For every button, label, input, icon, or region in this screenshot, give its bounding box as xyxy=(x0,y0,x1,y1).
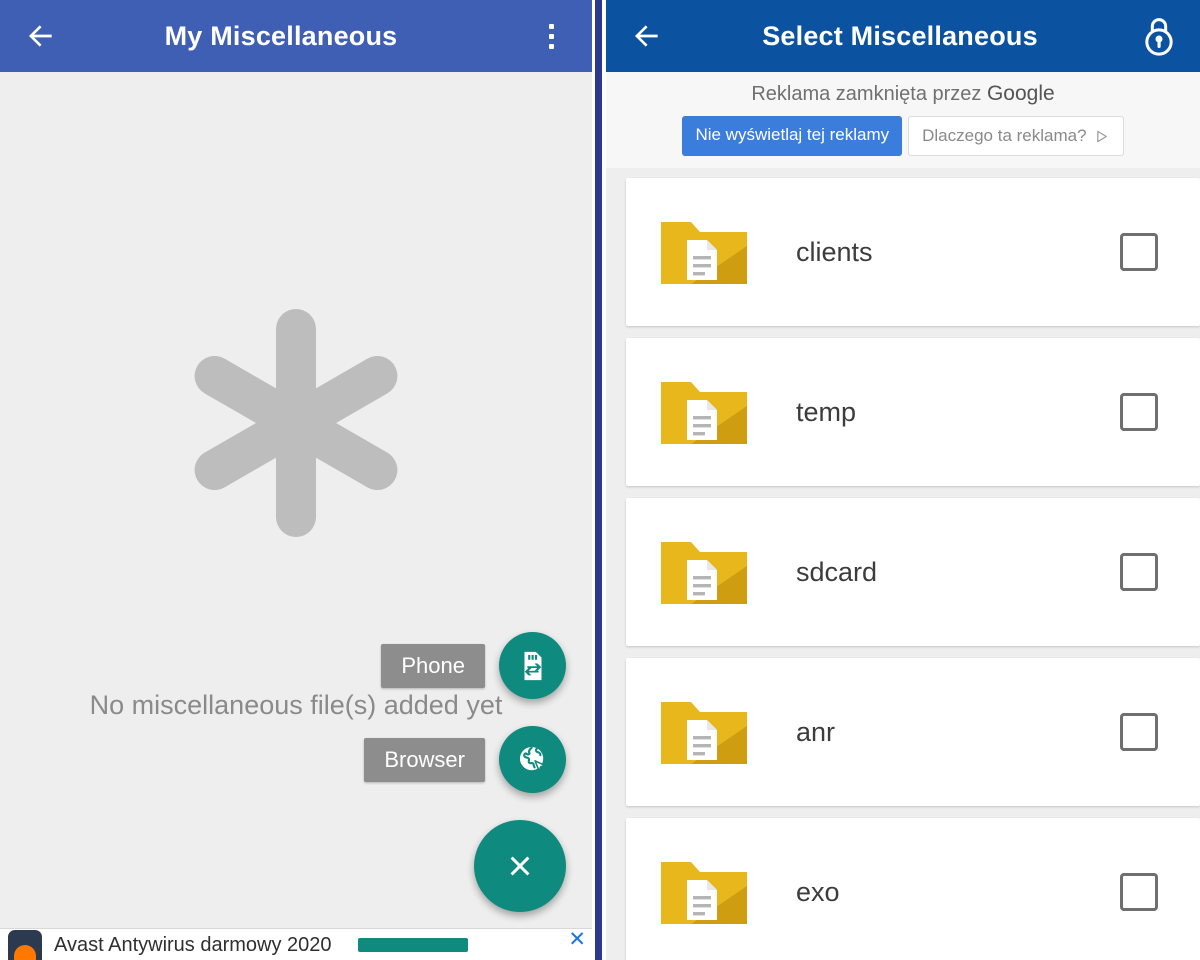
folder-checkbox[interactable] xyxy=(1120,713,1158,751)
sd-card-transfer-icon xyxy=(524,651,541,680)
folder-name-label: clients xyxy=(796,236,873,267)
close-icon xyxy=(510,856,530,876)
left-app-bar: My Miscellaneous xyxy=(0,0,592,72)
table-row[interactable]: sdcard xyxy=(626,498,1200,646)
bottom-ad-banner[interactable]: Avast Antywirus darmowy 2020 ✕ xyxy=(0,928,592,960)
folder-checkbox[interactable] xyxy=(1120,553,1158,591)
ad-title: Avast Antywirus darmowy 2020 xyxy=(54,933,332,956)
dual-screenshot-container: My Miscellaneous No miscellaneous file(s… xyxy=(0,0,1200,960)
ad-close-icon[interactable]: ✕ xyxy=(568,929,586,950)
folder-document-icon xyxy=(654,212,754,292)
table-row[interactable]: clients xyxy=(626,178,1200,326)
google-brand-label: Google xyxy=(986,82,1055,105)
right-content: Reklama zamknięta przez Google Nie wyświ… xyxy=(606,72,1200,960)
more-vert-icon xyxy=(548,23,554,49)
ad-choices-icon xyxy=(1096,130,1107,142)
table-row[interactable]: anr xyxy=(626,658,1200,806)
left-screen: My Miscellaneous No miscellaneous file(s… xyxy=(0,0,592,960)
avast-logo-icon xyxy=(8,930,42,960)
add-from-browser-button[interactable] xyxy=(499,726,566,793)
folder-name-label: exo xyxy=(796,876,840,907)
empty-illustration xyxy=(0,304,592,542)
panel-divider xyxy=(592,0,606,960)
right-screen: Select Miscellaneous Reklama zamknięta p… xyxy=(606,0,1200,960)
google-ad-notice: Reklama zamknięta przez Google Nie wyświ… xyxy=(606,72,1200,168)
block-ad-button[interactable]: Nie wyświetlaj tej reklamy xyxy=(682,116,903,156)
fab-browser-row: Browser xyxy=(364,726,566,793)
back-button[interactable] xyxy=(18,13,64,59)
back-button-right[interactable] xyxy=(624,13,670,59)
ad-cta-button[interactable] xyxy=(357,938,468,952)
add-from-phone-button[interactable] xyxy=(499,632,566,699)
fab-phone-row: Phone xyxy=(364,632,566,699)
asterisk-icon xyxy=(187,304,405,542)
table-row[interactable]: temp xyxy=(626,338,1200,486)
fab-browser-label: Browser xyxy=(364,737,485,782)
folder-document-icon xyxy=(654,852,754,932)
folder-document-icon xyxy=(654,372,754,452)
lock-button[interactable] xyxy=(1136,13,1182,59)
overflow-menu-button[interactable] xyxy=(528,13,574,59)
close-fab-button[interactable] xyxy=(474,820,566,912)
folder-list: clients temp sdcard anr exo xyxy=(606,168,1200,960)
table-row[interactable]: exo xyxy=(626,818,1200,960)
folder-checkbox[interactable] xyxy=(1120,233,1158,271)
ad-action-buttons: Nie wyświetlaj tej reklamy Dlaczego ta r… xyxy=(606,116,1200,156)
left-content: No miscellaneous file(s) added yet Phone xyxy=(0,72,592,960)
why-this-ad-label: Dlaczego ta reklama? xyxy=(922,126,1087,145)
fab-phone-label: Phone xyxy=(381,643,485,688)
page-title-right: Select Miscellaneous xyxy=(762,20,1038,51)
globe-cursor-icon xyxy=(519,746,546,772)
ad-notice-row: Reklama zamknięta przez Google xyxy=(606,82,1200,106)
fab-close-row xyxy=(364,820,566,912)
folder-name-label: sdcard xyxy=(796,556,878,587)
folder-name-label: temp xyxy=(796,396,857,427)
lock-icon xyxy=(1145,18,1173,56)
folder-checkbox[interactable] xyxy=(1120,873,1158,911)
fab-speed-dial: Phone Browser xyxy=(364,632,566,912)
folder-document-icon xyxy=(654,692,754,772)
folder-name-label: anr xyxy=(796,716,836,747)
ad-content: Avast Antywirus darmowy 2020 xyxy=(0,930,468,960)
folder-document-icon xyxy=(654,532,754,612)
page-title: My Miscellaneous xyxy=(164,20,398,51)
ad-notice-text: Reklama zamknięta przez xyxy=(751,83,982,105)
right-app-bar: Select Miscellaneous xyxy=(606,0,1200,72)
arrow-left-icon xyxy=(635,25,658,47)
why-this-ad-button[interactable]: Dlaczego ta reklama? xyxy=(908,116,1124,156)
arrow-left-icon xyxy=(29,25,52,47)
folder-checkbox[interactable] xyxy=(1120,393,1158,431)
